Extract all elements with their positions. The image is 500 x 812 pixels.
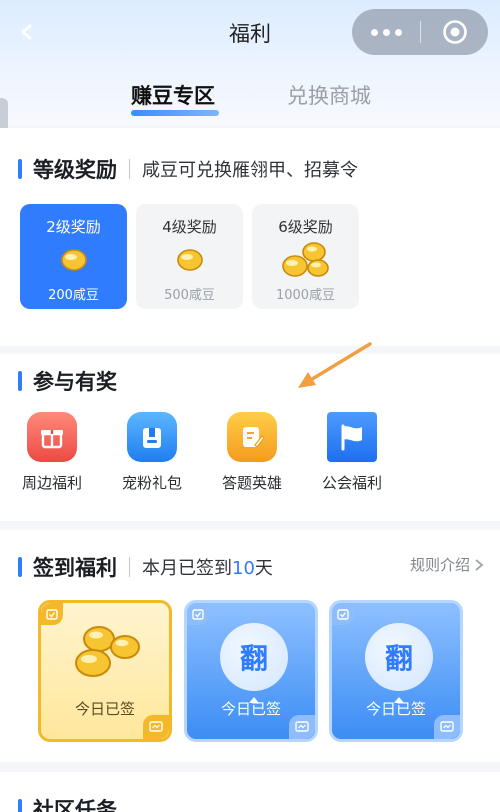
giftbag-icon	[127, 412, 177, 462]
more-dots-icon	[394, 28, 402, 36]
ticket-icon	[143, 715, 169, 739]
target-circle-icon	[442, 20, 467, 44]
mini-program-capsule	[352, 9, 488, 55]
level-reward-4[interactable]: 4级奖励 500咸豆	[136, 204, 243, 309]
checkin-summary: 本月已签到10天	[142, 554, 273, 580]
level-reward-2[interactable]: 2级奖励 200咸豆	[20, 204, 127, 309]
level-reward-6[interactable]: 6级奖励 1000咸豆	[252, 204, 359, 309]
bean-icon	[136, 240, 243, 280]
beans-pile-icon	[252, 240, 359, 280]
section-title: 签到福利	[33, 556, 117, 580]
section-marker	[18, 159, 22, 179]
entry-fan-gift-pack[interactable]: 宠粉礼包	[107, 412, 197, 493]
flag-icon	[327, 412, 377, 462]
level-amount: 500咸豆	[164, 288, 215, 303]
flip-card-button: 翻	[220, 623, 288, 691]
entry-quiz-hero[interactable]: 答题英雄	[207, 412, 297, 493]
flip-card-button: 翻	[365, 623, 433, 691]
checkin-day-flip[interactable]: 翻 今日已签	[184, 600, 318, 742]
rules-link[interactable]: 规则介绍	[410, 554, 484, 575]
level-amount: 200咸豆	[48, 288, 99, 303]
section-header: 等级奖励 咸豆可兑换雁翎甲、招募令	[0, 154, 358, 184]
section-marker	[18, 799, 22, 812]
section-desc: 咸豆可兑换雁翎甲、招募令	[142, 160, 358, 181]
ticket-icon	[434, 715, 460, 739]
level-title: 6级奖励	[278, 218, 333, 236]
tab-active-indicator	[131, 110, 219, 116]
checkin-prefix: 本月已签到	[142, 558, 232, 579]
gift-icon	[27, 412, 77, 462]
checkin-day-flip[interactable]: 翻 今日已签	[329, 600, 463, 742]
participate-card: 参与有奖 周边福利 宠粉礼包 答题英雄 公会福利	[0, 354, 500, 521]
more-dots-icon	[370, 28, 378, 36]
beans-pile-icon	[75, 626, 140, 677]
checkin-card: 签到福利 本月已签到10天 规则介绍 今日已签 翻 今日已签 翻 今日已签	[0, 530, 500, 762]
tab-exchange-mall[interactable]: 兑换商城	[287, 80, 371, 110]
section-header: 签到福利 本月已签到10天	[0, 552, 273, 582]
calendar-check-icon	[332, 603, 354, 625]
section-marker	[18, 557, 22, 577]
ticket-icon	[289, 715, 315, 739]
checkin-suffix: 天	[254, 558, 273, 579]
level-amount: 1000咸豆	[275, 288, 336, 303]
entry-label: 宠粉礼包	[121, 474, 182, 492]
tab-earn-beans[interactable]: 赚豆专区	[131, 80, 215, 110]
level-title: 4级奖励	[162, 218, 217, 236]
section-title: 等级奖励	[33, 158, 117, 182]
chevron-right-icon	[475, 558, 484, 571]
edit-note-icon	[227, 412, 277, 462]
level-rewards-card: 等级奖励 咸豆可兑换雁翎甲、招募令 2级奖励 200咸豆 4级奖励 500咸豆 …	[0, 128, 500, 346]
divider	[129, 557, 130, 577]
calendar-check-icon	[187, 603, 209, 625]
community-tasks-card: 社区任务	[0, 772, 500, 812]
entry-guild-benefits[interactable]: 公会福利	[307, 412, 397, 493]
close-button[interactable]	[421, 9, 488, 55]
checkin-days: 10	[232, 558, 255, 579]
section-title: 参与有奖	[33, 370, 117, 394]
tab-bar: 赚豆专区 兑换商城	[0, 80, 500, 120]
section-header: 社区任务	[0, 794, 117, 812]
more-dots-icon	[382, 28, 390, 36]
checkin-day-gold[interactable]: 今日已签	[38, 600, 172, 742]
section-title: 社区任务	[33, 798, 117, 812]
section-header: 参与有奖	[0, 366, 117, 396]
entry-label: 周边福利	[21, 474, 82, 492]
more-button[interactable]	[352, 9, 420, 55]
bean-icon	[20, 240, 127, 280]
entry-label: 答题英雄	[221, 474, 282, 492]
section-marker	[18, 371, 22, 391]
rules-link-label: 规则介绍	[409, 556, 470, 574]
divider	[129, 159, 130, 179]
entry-merch-benefits[interactable]: 周边福利	[7, 412, 97, 493]
entry-label: 公会福利	[321, 474, 382, 492]
level-title: 2级奖励	[46, 218, 101, 236]
calendar-check-icon	[41, 603, 63, 625]
annotation-arrow-icon	[298, 342, 372, 388]
